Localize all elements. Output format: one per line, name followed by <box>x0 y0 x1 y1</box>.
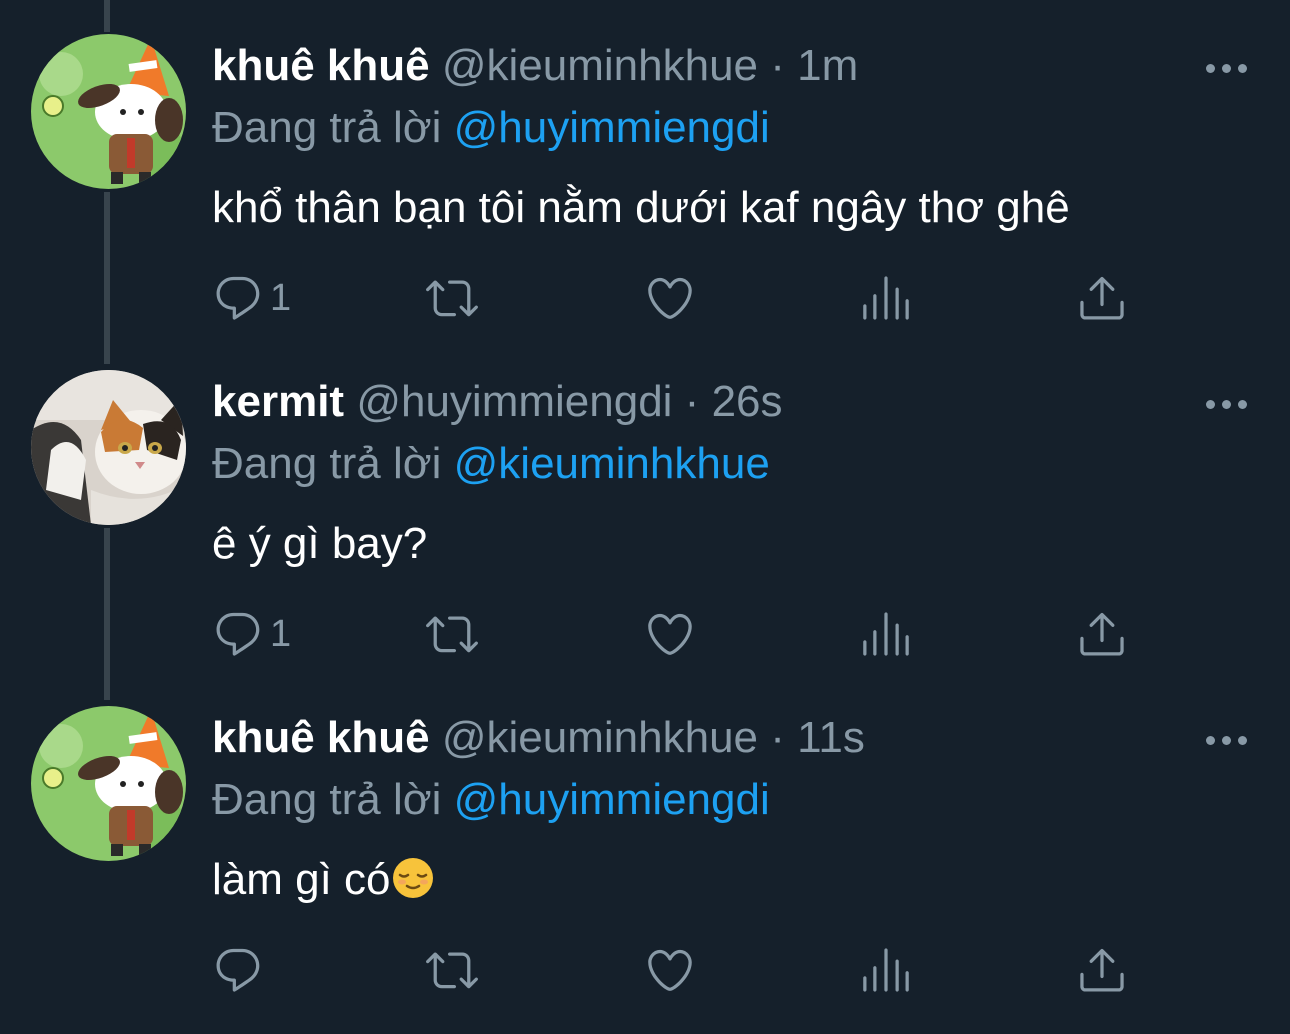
display-name[interactable]: khuê khuê <box>212 713 430 762</box>
timestamp[interactable]: 11s <box>797 713 865 762</box>
relieved-face-emoji-icon <box>392 858 433 898</box>
analytics-button[interactable] <box>860 606 912 662</box>
analytics-icon <box>863 276 909 320</box>
reply-count: 1 <box>270 276 292 319</box>
separator: · <box>770 41 785 90</box>
avatar-kermit[interactable] <box>31 370 186 525</box>
analytics-icon <box>863 612 909 656</box>
thread-line-top <box>104 0 110 32</box>
tweet-header: khuê khuê @kieuminhkhue · 1m <box>212 40 858 92</box>
tweet-1[interactable]: khuê khuê @kieuminhkhue · 1m Đang trả lờ… <box>0 34 1290 344</box>
tweet-header: kermit @huyimmiengdi · 26s <box>212 376 783 428</box>
retweet-button[interactable] <box>426 270 478 326</box>
retweet-icon <box>426 952 478 989</box>
timestamp[interactable]: 26s <box>712 377 783 426</box>
share-icon <box>1080 612 1124 656</box>
like-button[interactable] <box>644 942 696 998</box>
reply-button[interactable]: 1 <box>212 270 291 326</box>
reply-icon <box>216 276 260 320</box>
tweet-actions: 1 <box>212 270 1212 326</box>
replying-prefix: Đang trả lời <box>212 439 442 488</box>
user-handle[interactable]: @kieuminhkhue <box>442 713 758 762</box>
share-button[interactable] <box>1076 942 1128 998</box>
tweet-text: làm gì có <box>212 854 435 906</box>
more-icon[interactable] <box>1206 396 1248 416</box>
tweet-text: khổ thân bạn tôi nằm dưới kaf ngây thơ g… <box>212 183 1070 232</box>
avatar-khue[interactable] <box>31 34 186 189</box>
replying-prefix: Đang trả lời <box>212 775 442 824</box>
analytics-button[interactable] <box>860 942 912 998</box>
share-icon <box>1080 276 1124 320</box>
avatar-khue[interactable] <box>31 706 186 861</box>
like-button[interactable] <box>644 270 696 326</box>
mention-link[interactable]: @kieuminhkhue <box>454 439 770 488</box>
mention-link[interactable]: @huyimmiengdi <box>454 103 770 152</box>
analytics-button[interactable] <box>860 270 912 326</box>
replying-to: Đang trả lời @huyimmiengdi <box>212 102 770 154</box>
retweet-icon <box>426 616 478 653</box>
retweet-button[interactable] <box>426 942 478 998</box>
separator: · <box>684 377 700 426</box>
tweet-3[interactable]: khuê khuê @kieuminhkhue · 11s Đang trả l… <box>0 706 1290 1016</box>
tweet-actions <box>212 942 1212 998</box>
like-button[interactable] <box>644 606 696 662</box>
like-icon <box>648 277 692 319</box>
tweet-text: ê ý gì bay? <box>212 519 428 568</box>
replying-prefix: Đang trả lời <box>212 103 442 152</box>
reply-button[interactable]: 1 <box>212 606 291 662</box>
mention-link[interactable]: @huyimmiengdi <box>454 775 770 824</box>
reply-icon <box>216 612 260 656</box>
user-handle[interactable]: @huyimmiengdi <box>356 377 672 426</box>
more-icon[interactable] <box>1206 732 1248 752</box>
reply-button[interactable] <box>212 942 270 998</box>
replying-to: Đang trả lời @huyimmiengdi <box>212 774 770 826</box>
display-name[interactable]: khuê khuê <box>212 41 430 90</box>
reply-icon <box>216 948 260 992</box>
separator: · <box>770 713 785 762</box>
reply-count: 1 <box>270 612 292 655</box>
like-icon <box>648 613 692 655</box>
tweet-header: khuê khuê @kieuminhkhue · 11s <box>212 712 865 764</box>
like-icon <box>648 949 692 991</box>
display-name[interactable]: kermit <box>212 377 344 426</box>
analytics-icon <box>863 948 909 992</box>
retweet-icon <box>426 280 478 317</box>
retweet-button[interactable] <box>426 606 478 662</box>
share-button[interactable] <box>1076 606 1128 662</box>
more-icon[interactable] <box>1206 60 1248 80</box>
tweet-actions: 1 <box>212 606 1212 662</box>
replying-to: Đang trả lời @kieuminhkhue <box>212 438 770 490</box>
user-handle[interactable]: @kieuminhkhue <box>442 41 758 90</box>
share-button[interactable] <box>1076 270 1128 326</box>
tweet-2[interactable]: kermit @huyimmiengdi · 26s Đang trả lời … <box>0 370 1290 680</box>
tweet-text-content: làm gì có <box>212 855 391 904</box>
timestamp[interactable]: 1m <box>797 41 858 90</box>
share-icon <box>1080 948 1124 992</box>
